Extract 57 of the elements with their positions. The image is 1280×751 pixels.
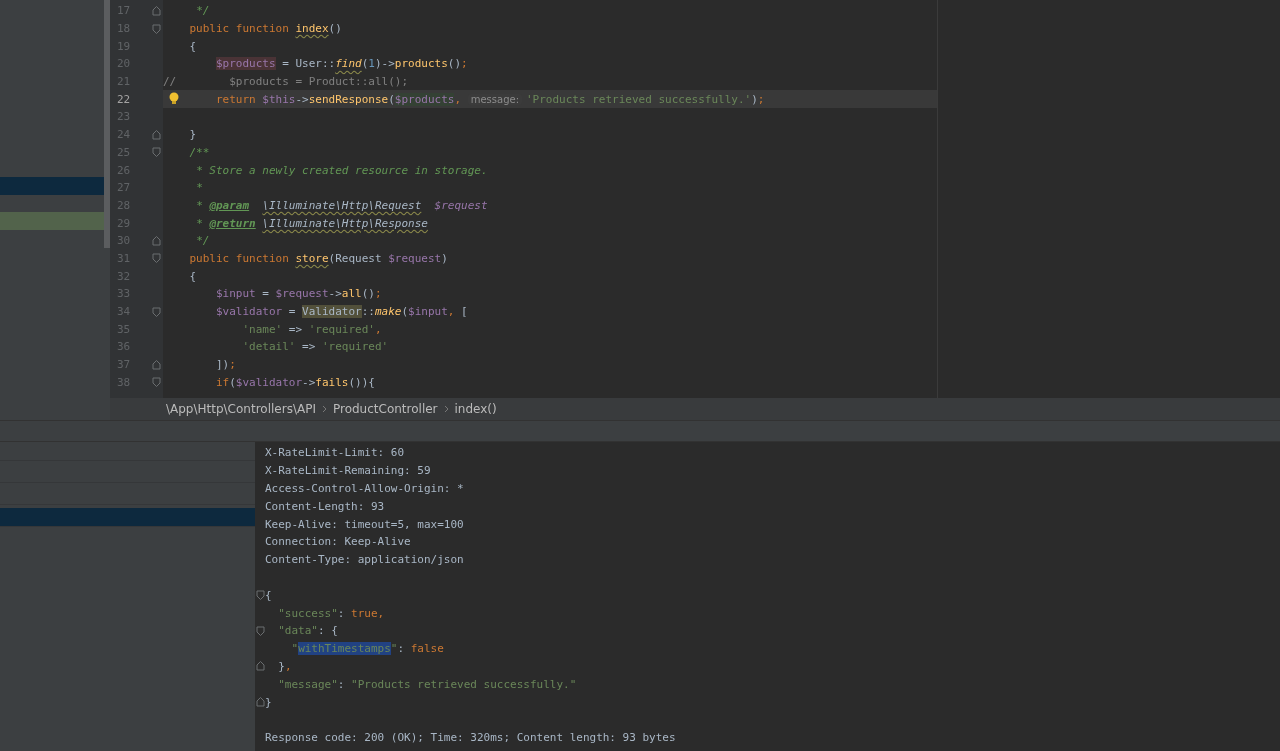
fold-icon[interactable] <box>152 377 161 388</box>
code-line: return $this->sendResponse($products, message: 'Products retrieved successfully.'); <box>215 91 765 108</box>
unfold-icon[interactable] <box>152 235 161 246</box>
chevron-icon <box>443 405 449 413</box>
fold-icon[interactable] <box>152 306 161 317</box>
unfold-icon[interactable] <box>255 661 265 672</box>
code-line: * @return \Illuminate\Http\Response <box>195 215 428 232</box>
code-line: 'name' => 'required', <box>241 321 382 338</box>
code-line: public function index() <box>188 21 342 38</box>
response-line: } <box>265 694 272 711</box>
fold-icon[interactable] <box>255 625 265 636</box>
code-line: { <box>188 38 197 55</box>
fold-icon[interactable] <box>152 147 161 158</box>
response-line: "success": true, <box>277 605 385 622</box>
response-line: Content-Type: application/json <box>265 552 464 569</box>
response-line: Access-Control-Allow-Origin: * <box>265 481 464 497</box>
response-line: "message": "Products retrieved successfully." <box>277 676 577 693</box>
code-line: $input = $request->all(); <box>215 286 382 303</box>
breadcrumb-item[interactable]: \App\Http\Controllers\API <box>166 402 316 416</box>
unfold-icon[interactable] <box>152 5 161 16</box>
response-line: "data": { <box>277 623 338 640</box>
code-line: } <box>188 127 197 144</box>
code-line: * <box>195 180 203 197</box>
breadcrumb-item[interactable]: index() <box>454 402 497 416</box>
code-line: * @param \Illuminate\Http\Request $request <box>195 197 488 214</box>
code-line: public function store(Request $request) <box>188 250 448 267</box>
response-line: X-RateLimit-Limit: 60 <box>265 445 405 462</box>
response-line: Keep-Alive: timeout=5, max=100 <box>265 516 464 533</box>
code-line: ]); <box>215 357 236 374</box>
fold-icon[interactable] <box>255 590 265 601</box>
code-line: 'detail' => 'required' <box>241 339 389 356</box>
code-line: */ <box>195 3 210 20</box>
code-line: $products = User::find(1)->products(); <box>214 56 468 73</box>
code-line: // $products = Product::all(); <box>163 74 409 91</box>
code-line: /** <box>188 144 210 161</box>
unfold-icon[interactable] <box>255 697 265 708</box>
unfold-icon[interactable] <box>152 129 161 140</box>
scrollbar-thumb[interactable] <box>104 0 110 248</box>
code-line: { <box>188 268 197 285</box>
code-line: * Store a newly created resource in storage. <box>195 162 488 179</box>
response-line: Content-Length: 93 <box>265 498 385 515</box>
response-line: { <box>265 587 272 604</box>
unfold-icon[interactable] <box>152 359 161 370</box>
response-line: }, <box>277 658 292 675</box>
fold-icon[interactable] <box>152 23 161 34</box>
line-number: 22 <box>117 92 131 106</box>
chevron-icon <box>321 405 327 413</box>
response-line: Response code: 200 (OK); Time: 320ms; Content length: 93 bytes <box>265 730 676 747</box>
code-line: */ <box>195 233 210 250</box>
response-line: Connection: Keep-Alive <box>265 534 411 551</box>
response-line: X-RateLimit-Remaining: 59 <box>265 463 431 480</box>
breadcrumb-item[interactable]: ProductController <box>332 402 438 416</box>
tree-row[interactable] <box>0 176 104 195</box>
code-line: if($validator->fails()){ <box>215 374 375 391</box>
lightbulb-icon[interactable] <box>169 92 179 106</box>
fold-icon[interactable] <box>152 253 161 264</box>
code-line: $validator = Validator::make($input, [ <box>215 304 468 321</box>
